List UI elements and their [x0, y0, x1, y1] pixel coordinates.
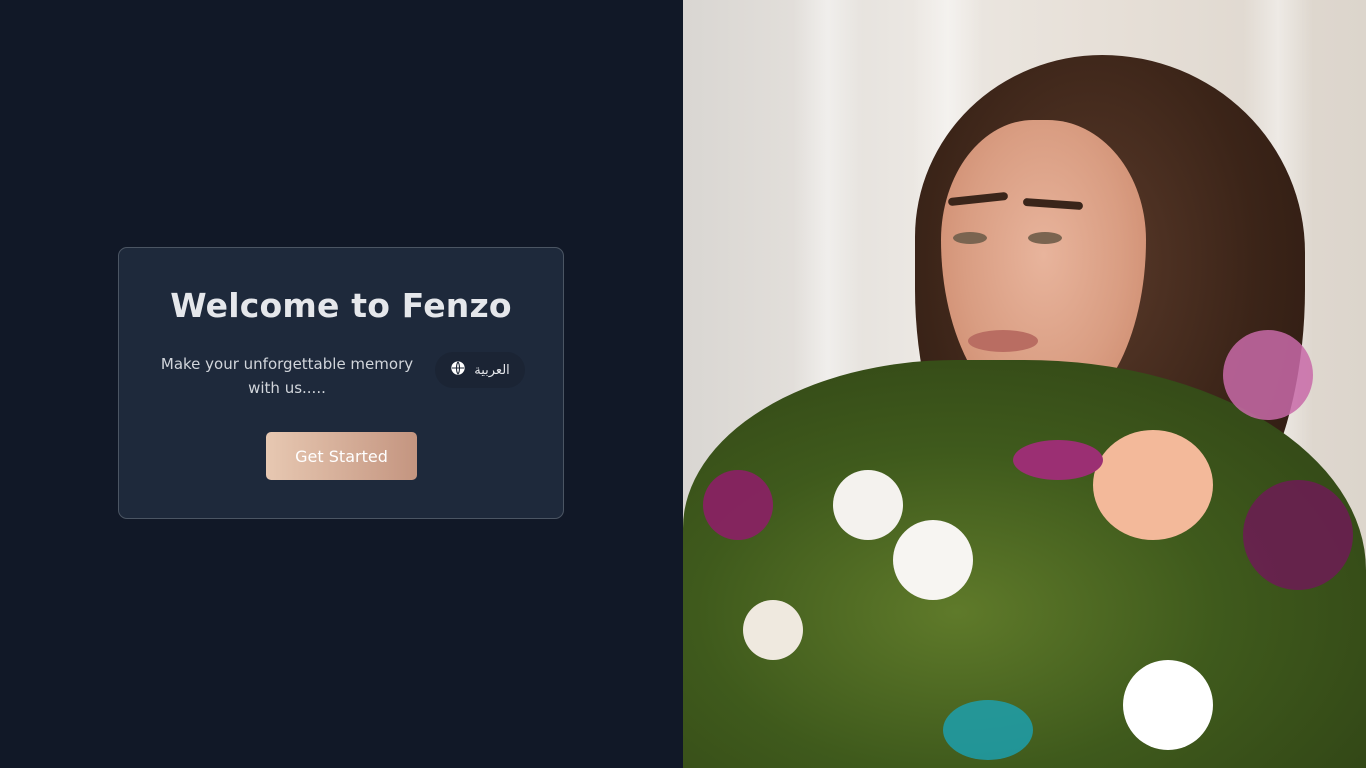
welcome-tagline: Make your unforgettable memory with us..…: [160, 355, 414, 397]
hero-image: [683, 0, 1366, 768]
flower: [1243, 480, 1353, 590]
eye: [953, 232, 987, 244]
globe-icon: [450, 360, 466, 380]
language-switch-button[interactable]: العربية: [435, 352, 525, 388]
flower: [1123, 660, 1213, 750]
flower: [833, 470, 903, 540]
flower: [893, 520, 973, 600]
left-pane: Welcome to Fenzo Make your unforgettable…: [0, 0, 683, 768]
flower: [1223, 330, 1313, 420]
get-started-button[interactable]: Get Started: [266, 432, 417, 480]
flower: [743, 600, 803, 660]
welcome-title: Welcome to Fenzo: [170, 286, 512, 325]
flower: [1093, 430, 1213, 540]
flower: [943, 700, 1033, 760]
lips: [968, 330, 1038, 352]
welcome-card: Welcome to Fenzo Make your unforgettable…: [118, 247, 564, 519]
language-switch-label: العربية: [474, 362, 510, 378]
eye: [1028, 232, 1062, 244]
flower: [703, 470, 773, 540]
flower: [1013, 440, 1103, 480]
